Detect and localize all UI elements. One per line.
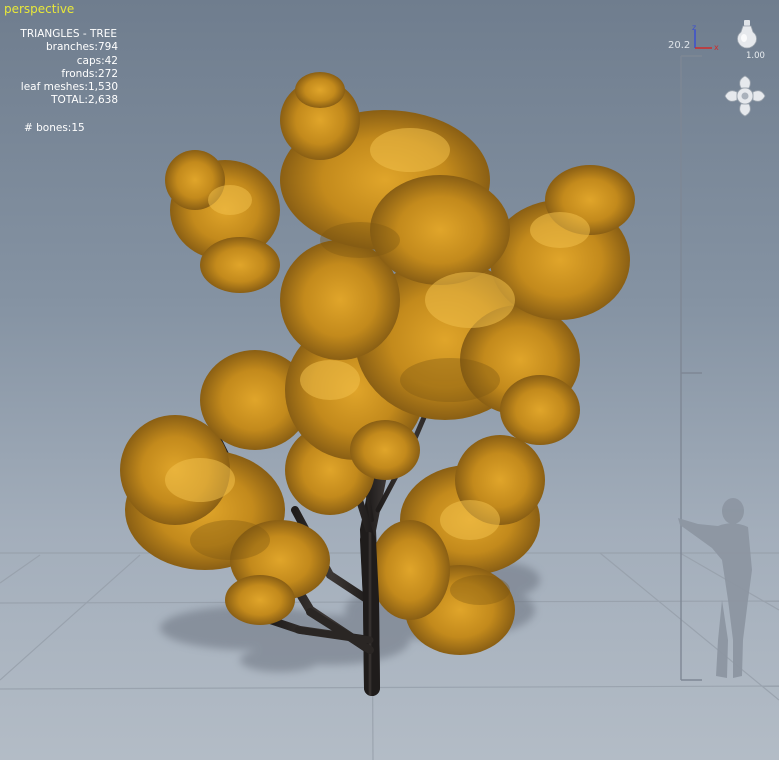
viewport-label[interactable]: perspective <box>4 2 74 16</box>
trunk-base <box>360 532 380 696</box>
stats-title: TRIANGLES - TREE <box>20 28 117 40</box>
zoom-readout: 1.00 <box>746 51 765 61</box>
stats-row-total: TOTAL:2,638 <box>51 94 118 107</box>
axis-gizmo-icon: z x <box>692 23 719 52</box>
human-scale-figure-icon <box>678 498 752 678</box>
stats-row-leaf-meshes: leaf meshes:1,530 <box>20 81 118 94</box>
scene-render <box>0 55 779 760</box>
triangle-stats-panel: TRIANGLES - TREE branches:794 caps:42 fr… <box>0 28 118 108</box>
axis-x-label: x <box>714 43 719 52</box>
3d-viewport[interactable]: perspective TRIANGLES - TREE branches:79… <box>0 0 779 760</box>
stats-row-fronds: fronds:272 <box>61 67 118 80</box>
scale-readout: 20.2 <box>668 40 691 51</box>
stats-row-branches: branches:794 <box>45 41 118 54</box>
camera-orbit-icon[interactable] <box>723 74 767 118</box>
stats-row-caps: caps:42 <box>76 54 118 67</box>
axis-z-label: z <box>692 23 696 32</box>
bones-count: # bones:15 <box>24 122 85 134</box>
scale-pole <box>680 55 702 681</box>
light-bulb-icon[interactable] <box>734 18 760 50</box>
